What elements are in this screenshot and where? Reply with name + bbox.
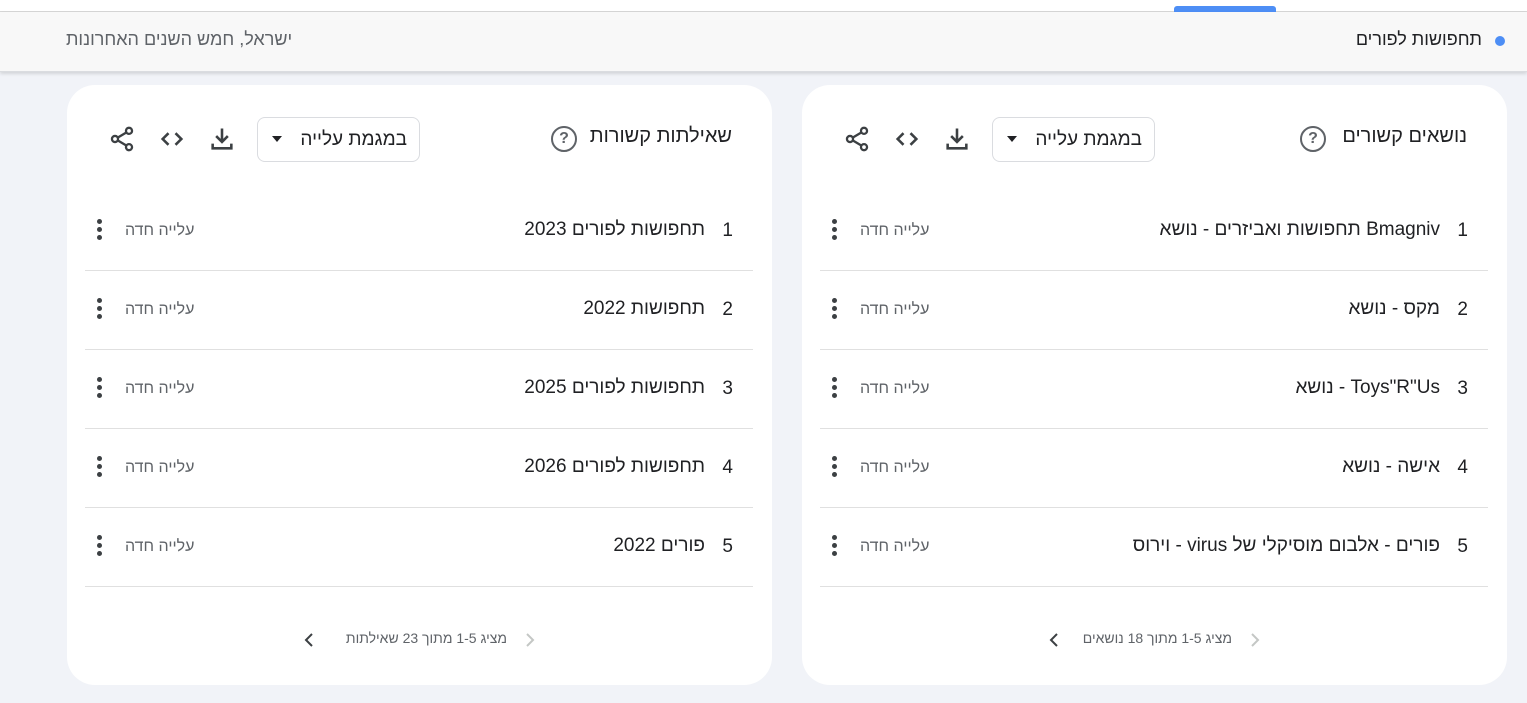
related-topics-card: נושאים קשורים ? במגמת עלייה 1 Bmagniv תח… xyxy=(802,85,1507,685)
dropdown-caret-icon xyxy=(1007,136,1017,142)
item-label[interactable]: אישה - נושא xyxy=(1342,456,1440,478)
item-label[interactable]: Bmagniv תחפושות ואביזרים - נושא xyxy=(1160,219,1440,241)
help-circle-icon[interactable]: ? xyxy=(1300,126,1326,152)
list-item[interactable]: 3 Toys"R"Us - נושא עלייה חדה xyxy=(820,350,1488,429)
download-icon[interactable] xyxy=(943,125,971,153)
code-embed-icon[interactable] xyxy=(158,125,186,153)
item-rank: 2 xyxy=(1457,299,1468,320)
more-vert-icon[interactable] xyxy=(93,298,105,322)
topics-list: 1 Bmagniv תחפושות ואביזרים - נושא עלייה … xyxy=(820,192,1488,587)
list-item[interactable]: 1 תחפושות לפורים 2023 עלייה חדה xyxy=(85,192,753,271)
dropdown-caret-icon xyxy=(272,136,282,142)
item-rank: 5 xyxy=(722,536,733,557)
filter-dropdown[interactable]: במגמת עלייה xyxy=(992,117,1155,162)
more-vert-icon[interactable] xyxy=(93,456,105,480)
region-time-label: ישראל, חמש השנים האחרונות xyxy=(66,29,293,49)
item-rank: 5 xyxy=(1457,536,1468,557)
term-color-dot xyxy=(1495,36,1505,46)
chevron-right-icon xyxy=(523,630,537,650)
related-queries-card: שאילתות קשורות ? במגמת עלייה 1 תחפושות ל… xyxy=(67,85,772,685)
list-item[interactable]: 5 פורים 2022 עלייה חדה xyxy=(85,508,753,587)
pagination-label: מציג 1-5 מתוך 18 נושאים xyxy=(1082,630,1232,646)
card-title: נושאים קשורים xyxy=(1342,125,1467,147)
list-item[interactable]: 2 תחפושות 2022 עלייה חדה xyxy=(85,271,753,350)
item-rank: 1 xyxy=(1457,220,1468,241)
search-term-label[interactable]: תחפושות לפורים xyxy=(1356,29,1482,50)
item-value: עלייה חדה xyxy=(860,301,930,318)
item-rank: 3 xyxy=(1457,378,1468,399)
item-value: עלייה חדה xyxy=(125,380,195,397)
chevron-left-icon[interactable] xyxy=(302,630,316,650)
filter-dropdown-label: במגמת עלייה xyxy=(300,129,407,150)
filter-dropdown-label: במגמת עלייה xyxy=(1035,129,1142,150)
item-label[interactable]: תחפושות לפורים 2025 xyxy=(524,377,705,399)
pagination: מציג 1-5 מתוך 23 שאילתות xyxy=(302,628,537,652)
more-vert-icon[interactable] xyxy=(828,219,840,243)
download-icon[interactable] xyxy=(208,125,236,153)
item-value: עלייה חדה xyxy=(860,380,930,397)
item-label[interactable]: תחפושות לפורים 2026 xyxy=(524,456,705,478)
comparison-header: תחפושות לפורים ישראל, חמש השנים האחרונות xyxy=(0,12,1527,72)
item-rank: 1 xyxy=(722,220,733,241)
more-vert-icon[interactable] xyxy=(828,535,840,559)
chevron-left-icon[interactable] xyxy=(1047,630,1061,650)
more-vert-icon[interactable] xyxy=(93,535,105,559)
filter-dropdown[interactable]: במגמת עלייה xyxy=(257,117,420,162)
item-rank: 2 xyxy=(722,299,733,320)
list-item[interactable]: 2 מקס - נושא עלייה חדה xyxy=(820,271,1488,350)
help-circle-icon[interactable]: ? xyxy=(551,126,577,152)
chevron-right-icon xyxy=(1248,630,1262,650)
list-item[interactable]: 1 Bmagniv תחפושות ואביזרים - נושא עלייה … xyxy=(820,192,1488,271)
item-value: עלייה חדה xyxy=(125,222,195,239)
pagination-label: מציג 1-5 מתוך 23 שאילתות xyxy=(345,630,507,646)
item-rank: 4 xyxy=(1457,457,1468,478)
more-vert-icon[interactable] xyxy=(828,456,840,480)
item-rank: 3 xyxy=(722,378,733,399)
share-icon[interactable] xyxy=(843,125,871,153)
item-value: עלייה חדה xyxy=(860,222,930,239)
item-value: עלייה חדה xyxy=(860,459,930,476)
item-label[interactable]: פורים - אלבום מוסיקלי של virus - וירוס xyxy=(1133,535,1440,557)
share-icon[interactable] xyxy=(108,125,136,153)
list-item[interactable]: 5 פורים - אלבום מוסיקלי של virus - וירוס… xyxy=(820,508,1488,587)
pagination: מציג 1-5 מתוך 18 נושאים xyxy=(1047,628,1262,652)
more-vert-icon[interactable] xyxy=(828,377,840,401)
more-vert-icon[interactable] xyxy=(828,298,840,322)
top-tab-strip xyxy=(0,0,1527,12)
card-title: שאילתות קשורות xyxy=(589,125,732,147)
item-label[interactable]: תחפושות לפורים 2023 xyxy=(524,219,705,241)
code-embed-icon[interactable] xyxy=(893,125,921,153)
item-value: עלייה חדה xyxy=(860,538,930,555)
item-value: עלייה חדה xyxy=(125,459,195,476)
list-item[interactable]: 4 אישה - נושא עלייה חדה xyxy=(820,429,1488,508)
item-value: עלייה חדה xyxy=(125,538,195,555)
list-item[interactable]: 4 תחפושות לפורים 2026 עלייה חדה xyxy=(85,429,753,508)
more-vert-icon[interactable] xyxy=(93,219,105,243)
item-label[interactable]: Toys"R"Us - נושא xyxy=(1295,377,1440,399)
item-value: עלייה חדה xyxy=(125,301,195,318)
queries-list: 1 תחפושות לפורים 2023 עלייה חדה 2 תחפושו… xyxy=(85,192,753,587)
item-rank: 4 xyxy=(722,457,733,478)
item-label[interactable]: מקס - נושא xyxy=(1348,298,1440,320)
item-label[interactable]: פורים 2022 xyxy=(613,535,705,557)
more-vert-icon[interactable] xyxy=(93,377,105,401)
item-label[interactable]: תחפושות 2022 xyxy=(583,298,705,320)
list-item[interactable]: 3 תחפושות לפורים 2025 עלייה חדה xyxy=(85,350,753,429)
